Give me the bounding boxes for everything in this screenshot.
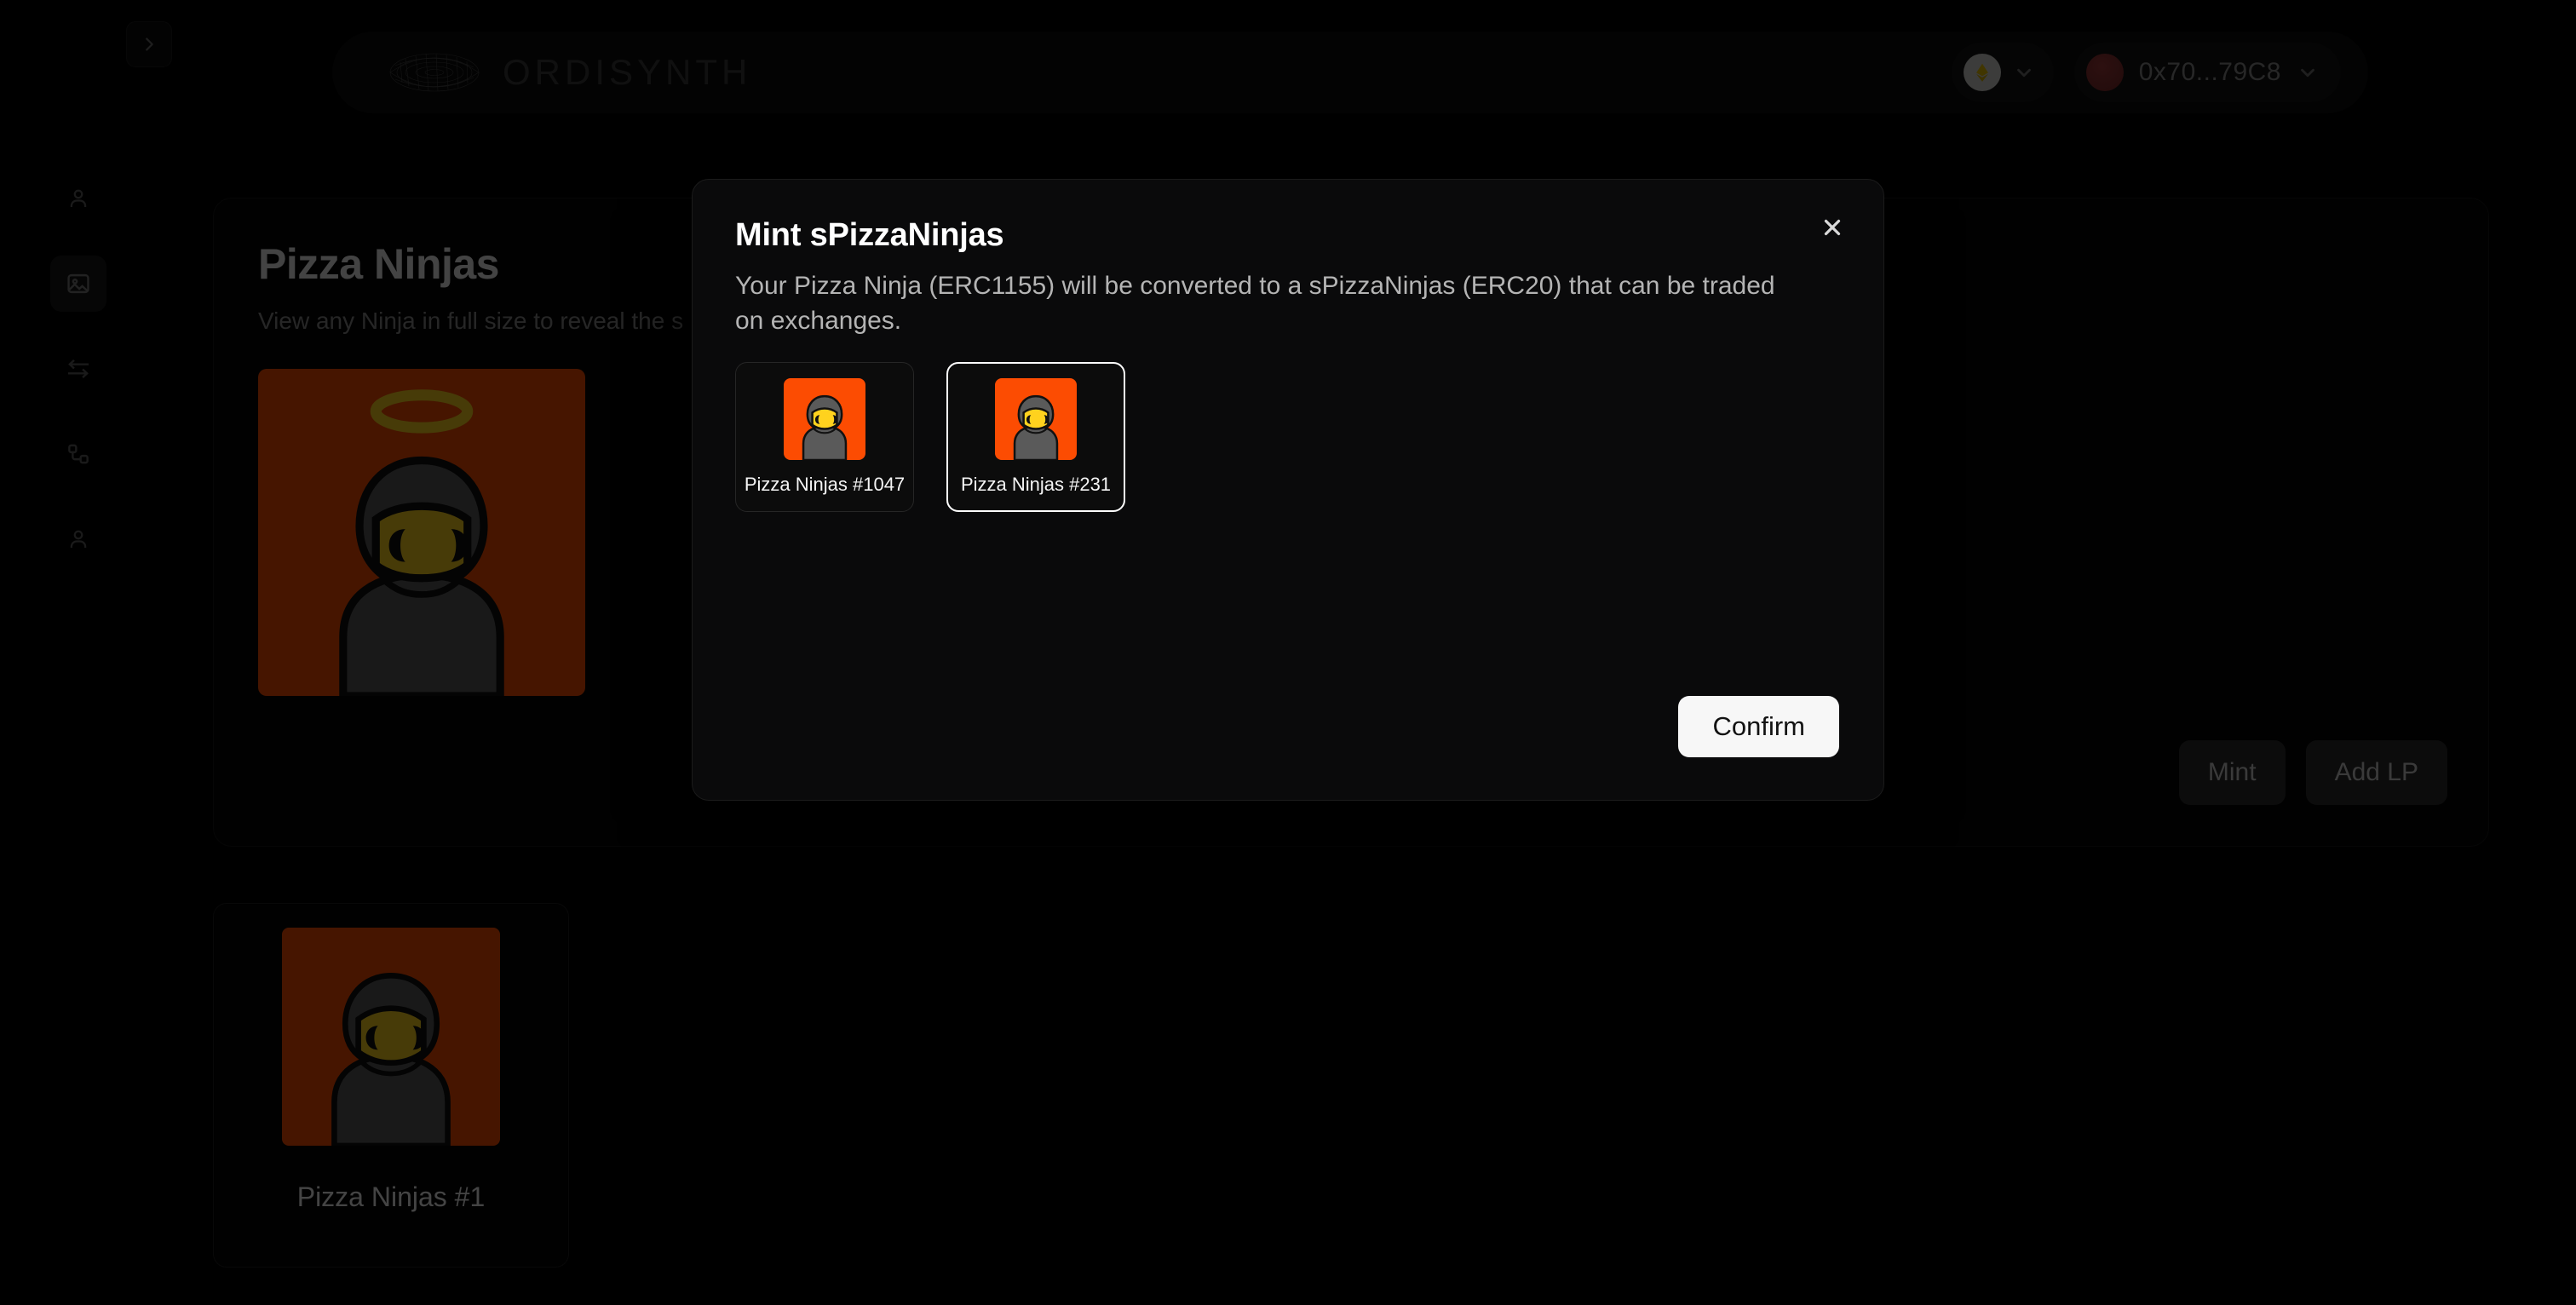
nft-option-list: Pizza Ninjas #1047 Pizza Ninjas #231 — [735, 362, 1125, 512]
app-root: ORDISYNTH 0x70...79C8 Pizza Ninjas V — [0, 0, 2576, 1305]
modal-footer: Confirm — [1678, 696, 1839, 757]
nft-option-thumbnail — [784, 378, 865, 460]
nft-option-title: Pizza Ninjas #1047 — [744, 474, 906, 495]
nft-option-card[interactable]: Pizza Ninjas #1047 — [735, 362, 914, 512]
close-icon — [1824, 219, 1841, 236]
confirm-button[interactable]: Confirm — [1678, 696, 1839, 757]
mint-modal: Mint sPizzaNinjas Your Pizza Ninja (ERC1… — [692, 179, 1884, 801]
nft-option-card-selected[interactable]: Pizza Ninjas #231 — [946, 362, 1125, 512]
modal-header: Mint sPizzaNinjas Your Pizza Ninja (ERC1… — [735, 217, 1783, 339]
nft-option-thumbnail — [995, 378, 1077, 460]
ninja-artwork — [784, 378, 865, 460]
modal-description: Your Pizza Ninja (ERC1155) will be conve… — [735, 272, 1775, 335]
ninja-artwork — [995, 378, 1077, 460]
nft-option-title: Pizza Ninjas #231 — [960, 474, 1112, 495]
modal-title: Mint sPizzaNinjas — [735, 217, 1004, 253]
close-button[interactable] — [1810, 205, 1854, 250]
